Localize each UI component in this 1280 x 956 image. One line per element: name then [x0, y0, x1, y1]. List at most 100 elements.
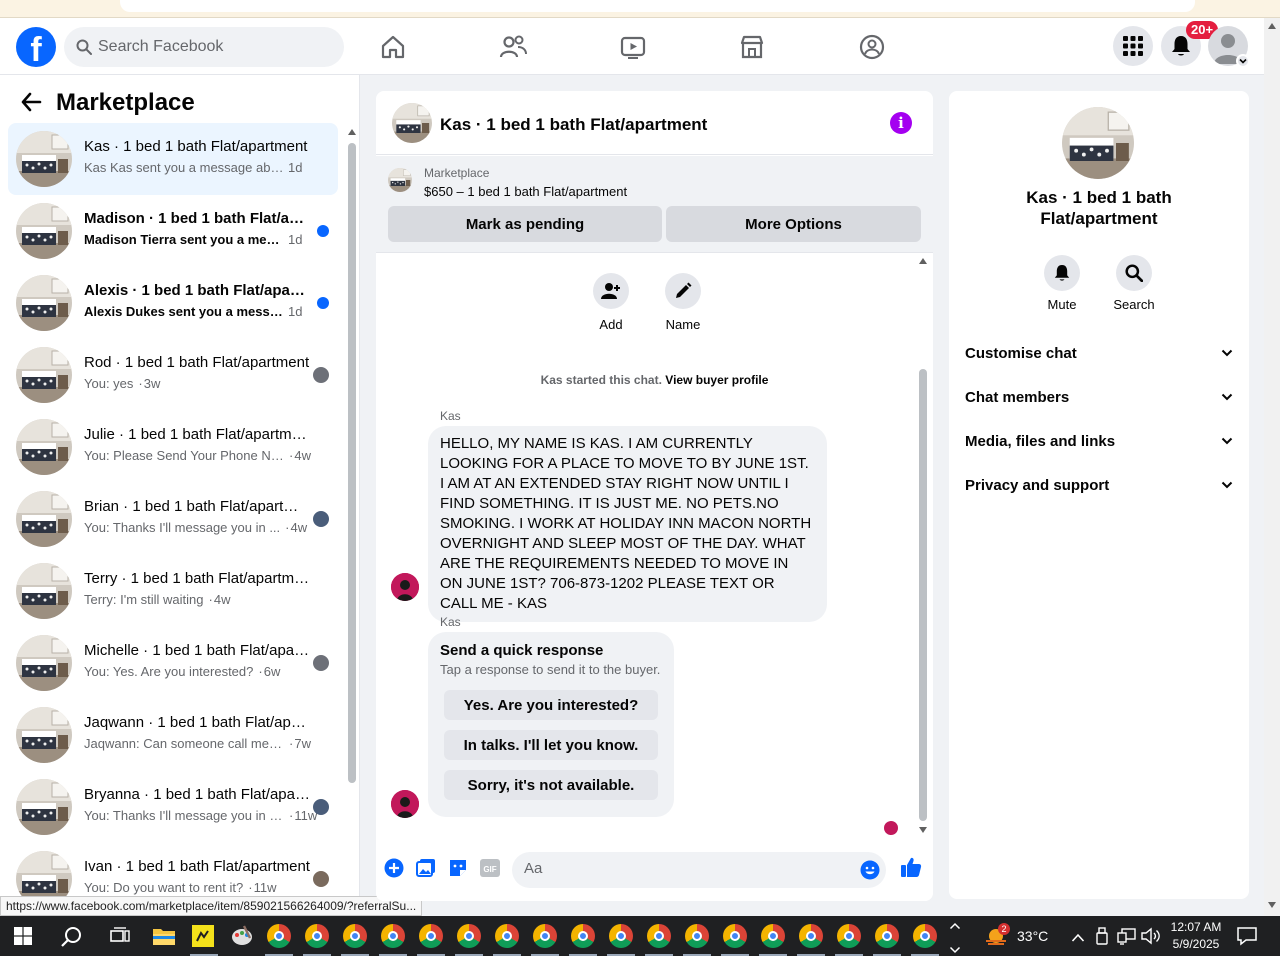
scroll-up-arrow[interactable]	[919, 258, 927, 264]
address-bar[interactable]	[120, 0, 1195, 12]
scroll-down-arrow[interactable]	[1268, 902, 1276, 908]
search-conversation-button[interactable]: Search	[1104, 255, 1164, 312]
view-buyer-profile-link[interactable]: View buyer profile	[665, 373, 768, 387]
listing-image[interactable]	[1062, 107, 1134, 179]
conversation-item[interactable]: Rod · 1 bed 1 bath Flat/apartment You: ye…	[8, 339, 338, 411]
listing-thumbnail-small[interactable]	[388, 168, 412, 192]
info-icon[interactable]: i	[890, 112, 912, 134]
conversation-item[interactable]: Jaqwann · 1 bed 1 bath Flat/apartment Jaq…	[8, 699, 338, 771]
message-bubble[interactable]: HELLO, MY NAME IS KAS. I AM CURRENTLY LO…	[428, 426, 827, 622]
chrome-window-icon[interactable]	[761, 924, 785, 948]
chrome-window-icon[interactable]	[457, 924, 481, 948]
taskbar-search-icon[interactable]	[61, 926, 83, 953]
taskbar-scroll-down-icon[interactable]	[949, 942, 961, 956]
windows-start-icon[interactable]	[14, 927, 32, 950]
thread-scrollbar[interactable]	[917, 253, 927, 837]
conversation-scrollbar[interactable]	[347, 127, 357, 907]
clock-time[interactable]: 12:07 AM	[1170, 920, 1222, 934]
volume-icon[interactable]	[1141, 927, 1161, 950]
network-icon[interactable]	[1117, 927, 1137, 950]
sticky-notes-icon[interactable]	[192, 925, 214, 947]
menu-grid-button[interactable]	[1113, 26, 1153, 66]
chrome-window-icon[interactable]	[799, 924, 823, 948]
search-box[interactable]	[64, 27, 344, 67]
scroll-down-arrow[interactable]	[919, 827, 927, 833]
chrome-window-icon[interactable]	[495, 924, 519, 948]
gaming-icon[interactable]	[855, 30, 889, 64]
chat-title[interactable]: Kas · 1 bed 1 bath Flat/apartment	[440, 115, 707, 135]
chrome-window-icon[interactable]	[419, 924, 443, 948]
conversation-item[interactable]: Michelle · 1 bed 1 bath Flat/apartment Yo…	[8, 627, 338, 699]
conversation-item[interactable]: Kas · 1 bed 1 bath Flat/apartment Kas Kas…	[8, 123, 338, 195]
notification-center-icon[interactable]	[1237, 926, 1257, 951]
conversation-item[interactable]: Julie · 1 bed 1 bath Flat/apartment You: …	[8, 411, 338, 483]
chrome-window-icon[interactable]	[533, 924, 557, 948]
message-input[interactable]	[524, 860, 844, 877]
quick-response-yes-button[interactable]: Yes. Are you interested?	[444, 690, 658, 720]
listing-thumbnail[interactable]	[392, 103, 432, 143]
edit-name-button[interactable]: Name	[653, 273, 713, 332]
sticker-icon[interactable]	[447, 857, 469, 879]
quick-response-unavailable-button[interactable]: Sorry, it's not available.	[444, 770, 658, 800]
page-scrollbar[interactable]	[1264, 18, 1280, 916]
chat-members-section[interactable]: Chat members	[965, 383, 1233, 411]
file-explorer-icon[interactable]	[152, 926, 176, 951]
marketplace-icon[interactable]	[735, 30, 769, 64]
conversation-item[interactable]: Bryanna · 1 bed 1 bath Flat/apartment You…	[8, 771, 338, 843]
more-options-button[interactable]: More Options	[666, 206, 921, 242]
mark-as-pending-button[interactable]: Mark as pending	[388, 206, 662, 242]
conversation-item[interactable]: Terry · 1 bed 1 bath Flat/apartment Terry…	[8, 555, 338, 627]
emoji-icon[interactable]	[860, 860, 880, 880]
scroll-thumb[interactable]	[919, 369, 927, 821]
sender-avatar[interactable]	[391, 573, 419, 601]
home-icon[interactable]	[376, 30, 410, 64]
scroll-up-arrow[interactable]	[1268, 23, 1276, 29]
sender-avatar[interactable]	[391, 790, 419, 818]
video-icon[interactable]	[616, 30, 650, 64]
conversation-item[interactable]: Madison · 1 bed 1 bath Flat/apartment Mad…	[8, 195, 338, 267]
conversation-item[interactable]: Brian · 1 bed 1 bath Flat/apartment You: …	[8, 483, 338, 555]
quick-response-talks-button[interactable]: In talks. I'll let you know.	[444, 730, 658, 760]
listing-thumbnail	[16, 563, 72, 619]
clock-date[interactable]: 5/9/2025	[1170, 937, 1222, 951]
plus-icon[interactable]	[383, 857, 405, 879]
customise-chat-section[interactable]: Customise chat	[965, 339, 1233, 367]
chrome-window-icon[interactable]	[305, 924, 329, 948]
friends-icon[interactable]	[496, 30, 530, 64]
chrome-window-icon[interactable]	[685, 924, 709, 948]
conversation-time: 1d	[288, 304, 303, 319]
paint-icon[interactable]	[230, 924, 254, 953]
chrome-window-icon[interactable]	[723, 924, 747, 948]
temperature[interactable]: 33°C	[1017, 928, 1048, 944]
privacy-support-section[interactable]: Privacy and support	[965, 471, 1233, 499]
usb-icon[interactable]	[1095, 927, 1109, 950]
search-input[interactable]	[98, 38, 318, 56]
scroll-thumb[interactable]	[348, 143, 356, 783]
thumbs-up-icon[interactable]	[899, 855, 923, 879]
listing-price[interactable]: $650 – 1 bed 1 bath Flat/apartment	[424, 184, 627, 199]
chrome-window-icon[interactable]	[875, 924, 899, 948]
chrome-window-icon[interactable]	[343, 924, 367, 948]
chrome-window-icon[interactable]	[647, 924, 671, 948]
photo-icon[interactable]	[415, 857, 437, 879]
scroll-up-arrow[interactable]	[348, 129, 356, 135]
facebook-logo-icon[interactable]: f	[16, 27, 56, 67]
gif-icon[interactable]: GIF	[479, 857, 501, 879]
account-menu-chevron[interactable]	[1236, 54, 1250, 68]
chrome-window-icon[interactable]	[913, 924, 937, 948]
chrome-window-icon[interactable]	[837, 924, 861, 948]
chrome-window-icon[interactable]	[381, 924, 405, 948]
chrome-window-icon[interactable]	[267, 924, 291, 948]
conversation-snippet: Terry: I'm still waiting ·4w	[84, 592, 231, 607]
chevron-up-icon[interactable]	[1071, 930, 1085, 948]
back-arrow-icon[interactable]	[20, 91, 42, 118]
message-input-box[interactable]	[512, 852, 886, 888]
task-view-icon[interactable]	[110, 927, 130, 950]
taskbar-scroll-up-icon[interactable]	[949, 918, 961, 936]
chrome-window-icon[interactable]	[571, 924, 595, 948]
chrome-window-icon[interactable]	[609, 924, 633, 948]
mute-button[interactable]: Mute	[1032, 255, 1092, 312]
add-person-button[interactable]: Add	[581, 273, 641, 332]
media-files-links-section[interactable]: Media, files and links	[965, 427, 1233, 455]
conversation-item[interactable]: Alexis · 1 bed 1 bath Flat/apartment Alex…	[8, 267, 338, 339]
